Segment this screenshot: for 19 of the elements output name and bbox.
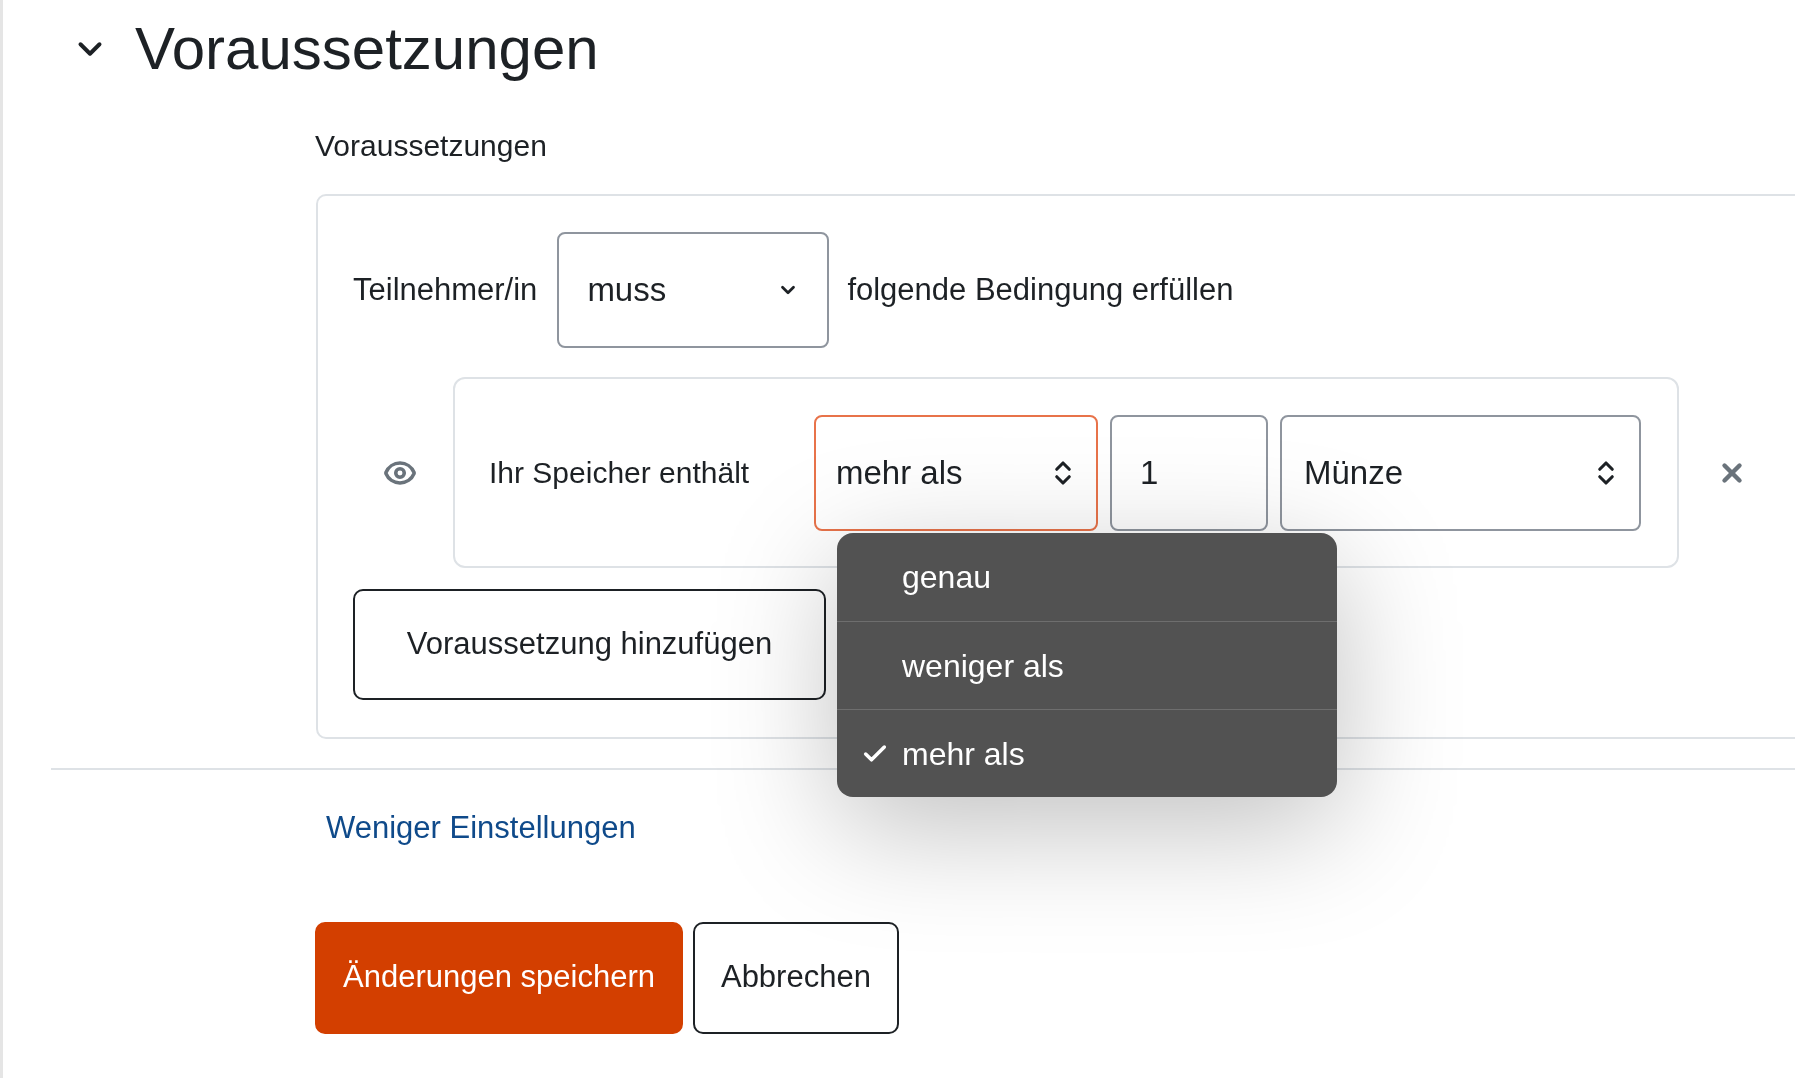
suffix-label: folgende Bedingung erfüllen (847, 270, 1234, 309)
option-label: mehr als (902, 734, 1025, 774)
operator-select[interactable]: mehr als (814, 414, 1098, 531)
mode-select[interactable]: muss (557, 232, 830, 348)
add-restriction-button[interactable]: Voraussetzung hinzufügen (353, 589, 826, 700)
prefix-label: Teilnehmer/in (353, 270, 538, 309)
dropdown-option[interactable]: weniger als (837, 621, 1337, 709)
option-label: weniger als (902, 646, 1064, 686)
condition-label: Ihr Speicher enthält (489, 455, 751, 491)
section-title: Voraussetzungen (135, 14, 599, 84)
fewer-settings-link[interactable]: Weniger Einstellungen (326, 805, 636, 852)
dropdown-option[interactable]: genau (837, 533, 1337, 621)
option-label: genau (902, 558, 991, 597)
cancel-button[interactable]: Abbrechen (692, 921, 899, 1034)
save-button[interactable]: Änderungen speichern (315, 921, 683, 1034)
unit-select[interactable]: Münze (1280, 414, 1641, 531)
field-label: Voraussetzungen (315, 128, 547, 164)
dropdown-option[interactable]: mehr als (837, 709, 1337, 797)
amount-field[interactable]: 1 (1110, 414, 1268, 531)
